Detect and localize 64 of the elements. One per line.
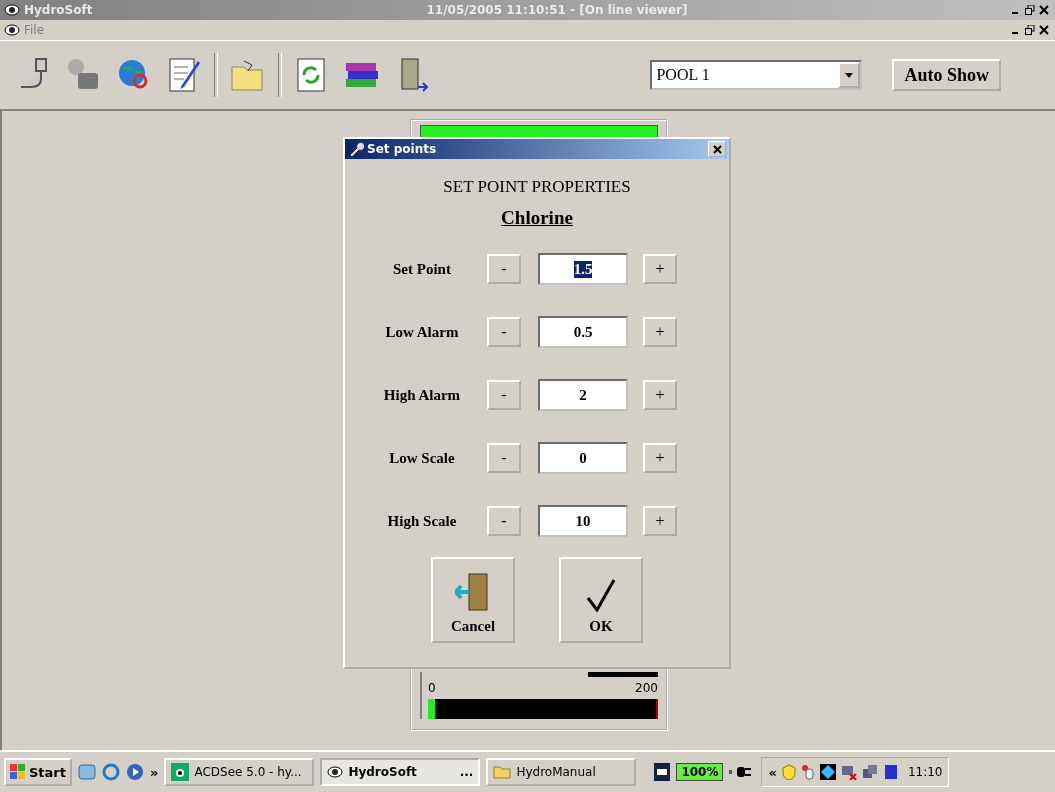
value-field[interactable]: 0.5	[538, 316, 628, 348]
window-caption: 11/05/2005 11:10:51 - [On line viewer]	[426, 3, 688, 17]
scale-min: 0	[428, 681, 436, 695]
wrench-icon	[348, 141, 364, 157]
close-icon[interactable]	[1037, 3, 1051, 17]
app-icon	[4, 23, 20, 37]
field-label: High Scale	[387, 512, 457, 530]
app-icon	[4, 3, 20, 17]
network-error-icon[interactable]	[840, 764, 857, 780]
value-field[interactable]: 1.5	[538, 253, 628, 285]
power-plug-icon	[729, 766, 752, 778]
value-field[interactable]: 0	[538, 442, 628, 474]
cancel-button[interactable]: Cancel	[431, 557, 515, 643]
windows-logo-icon	[10, 764, 26, 780]
increment-button[interactable]: +	[643, 443, 677, 473]
dialog-heading: SET POINT PROPERTIES	[442, 177, 632, 197]
taskbar-button[interactable]: HydroSoft ...	[320, 758, 481, 786]
value-field[interactable]: 10	[538, 505, 628, 537]
diamond-icon[interactable]	[819, 764, 836, 780]
field-label: Low Scale	[389, 449, 455, 467]
network-icon[interactable]	[861, 764, 878, 780]
subject-title: Chlorine	[501, 207, 573, 229]
clock: 11:10	[907, 765, 943, 779]
close-button[interactable]	[708, 141, 726, 157]
close-icon	[712, 144, 722, 154]
decrement-button[interactable]: -	[487, 380, 521, 410]
restore-icon[interactable]	[1023, 23, 1037, 37]
overflow-chevron[interactable]: »	[150, 764, 159, 780]
caret-icon	[845, 72, 854, 78]
field-label: High Alarm	[383, 386, 461, 404]
value-field[interactable]: 2	[538, 379, 628, 411]
folder-icon	[493, 765, 512, 779]
taskbar-button[interactable]: ACDSee 5.0 - hy...	[164, 758, 315, 786]
dialog-title: Set points	[367, 142, 437, 156]
close-icon[interactable]	[1037, 23, 1051, 37]
auto-show-button[interactable]: Auto Show	[892, 59, 1001, 91]
scale-max: 200	[635, 681, 658, 695]
decrement-button[interactable]: -	[487, 443, 521, 473]
mouse-icon[interactable]	[800, 764, 815, 780]
increment-button[interactable]: +	[643, 254, 677, 284]
decrement-button[interactable]: -	[487, 254, 521, 284]
marker-bar	[588, 672, 658, 677]
increment-button[interactable]: +	[643, 506, 677, 536]
field-label: Low Alarm	[385, 323, 459, 341]
taskbar-button[interactable]: HydroManual	[486, 758, 637, 786]
decrement-button[interactable]: -	[487, 506, 521, 536]
window-title: HydroSoft	[24, 3, 93, 17]
tray-expand-toggle[interactable]: «	[768, 764, 777, 780]
battery-level: 100%	[676, 763, 724, 781]
field-label: Set Point	[393, 260, 451, 278]
browser-icon[interactable]	[102, 763, 120, 781]
eye-icon	[327, 765, 344, 779]
restore-icon[interactable]	[1023, 3, 1037, 17]
pool-select[interactable]: POOL 1	[650, 60, 863, 90]
media-player-icon[interactable]	[126, 763, 144, 781]
decrement-button[interactable]: -	[487, 317, 521, 347]
desktop-icon[interactable]	[78, 763, 96, 781]
increment-button[interactable]: +	[643, 380, 677, 410]
door-arrow-icon	[455, 572, 491, 612]
checkmark-icon	[586, 578, 616, 612]
ok-button[interactable]: OK	[559, 557, 643, 643]
eye-icon	[171, 763, 190, 781]
start-button[interactable]: Start	[4, 758, 72, 786]
increment-button[interactable]: +	[643, 317, 677, 347]
